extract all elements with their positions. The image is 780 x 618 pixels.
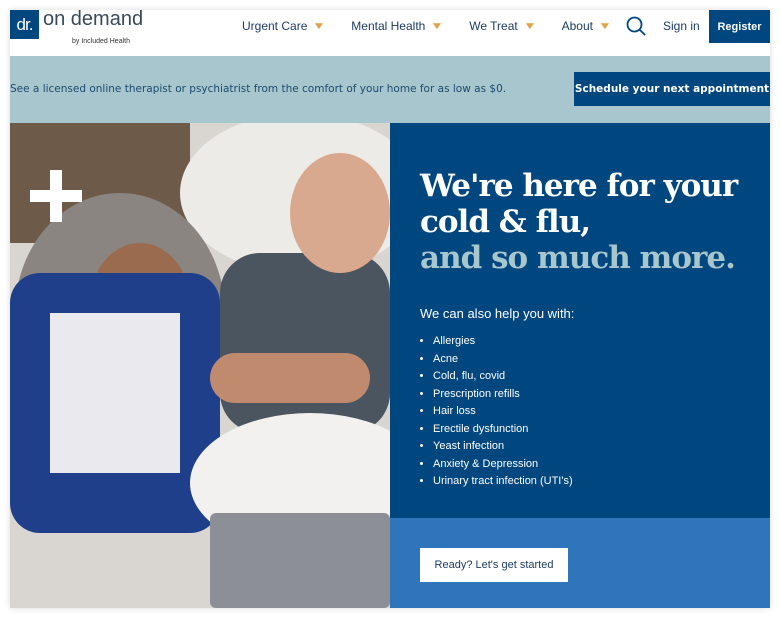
list-item: Prescription refills <box>433 386 770 404</box>
sign-in-link[interactable]: Sign in <box>663 19 700 33</box>
logo-sub: by Included Health <box>72 38 130 45</box>
chevron-down-icon: ▼ <box>522 20 537 32</box>
cta-panel: Ready? Let's get started <box>390 518 770 608</box>
hero: We're here for your cold & flu, and so muc… <box>10 123 770 608</box>
heading-line: We're here for your <box>420 168 738 204</box>
conditions-list: Allergies Acne Cold, flu, covid Prescrip… <box>420 333 770 491</box>
heading-highlight: and so much more. <box>420 240 736 276</box>
schedule-appointment-button[interactable]: Schedule your next appointment <box>574 72 770 106</box>
logo[interactable]: dr. on demand <box>10 8 144 39</box>
chevron-down-icon: ▼ <box>312 20 327 32</box>
logo-name: on demand <box>43 8 144 30</box>
page: dr. on demand by Included Health Urgent … <box>10 8 770 608</box>
chevron-down-icon: ▼ <box>597 20 612 32</box>
search-icon[interactable] <box>626 16 646 36</box>
top-nav: dr. on demand by Included Health Urgent … <box>10 8 770 56</box>
heading-line: cold & flu, <box>420 204 591 240</box>
list-item: Hair loss <box>433 403 770 421</box>
register-button[interactable]: Register <box>709 10 770 43</box>
promo-banner: See a licensed online therapist or psych… <box>10 56 770 123</box>
nav-about[interactable]: About ▼ <box>561 19 612 33</box>
hero-photo <box>10 123 390 608</box>
nav-urgent-care[interactable]: Urgent Care ▼ <box>242 19 327 33</box>
hero-panel: We're here for your cold & flu, and so muc… <box>390 123 770 518</box>
get-started-button[interactable]: Ready? Let's get started <box>420 548 568 582</box>
list-item: Yeast infection <box>433 438 770 456</box>
list-item: Acne <box>433 351 770 369</box>
nav-label: We Treat <box>469 19 518 33</box>
nav-label: Mental Health <box>351 19 426 33</box>
chevron-down-icon: ▼ <box>430 20 445 32</box>
list-item: Anxiety & Depression <box>433 456 770 474</box>
hero-intro: We can also help you with: <box>420 306 575 321</box>
hero-heading: We're here for your cold & flu, and so muc… <box>420 168 770 276</box>
list-item: Cold, flu, covid <box>433 368 770 386</box>
main-menu: Urgent Care ▼ Mental Health ▼ We Treat ▼ Ab… <box>242 10 637 42</box>
list-item: Erectile dysfunction <box>433 421 770 439</box>
nav-label: About <box>561 19 593 33</box>
nav-mental-health[interactable]: Mental Health ▼ <box>351 19 445 33</box>
banner-text: See a licensed online therapist or psych… <box>10 83 507 95</box>
nav-label: Urgent Care <box>242 19 308 33</box>
photo-illustration <box>10 123 390 608</box>
nav-we-treat[interactable]: We Treat ▼ <box>469 19 537 33</box>
list-item: Urinary tract infection (UTI's) <box>433 473 770 491</box>
list-item: Allergies <box>433 333 770 351</box>
logo-mark: dr. <box>10 10 39 39</box>
